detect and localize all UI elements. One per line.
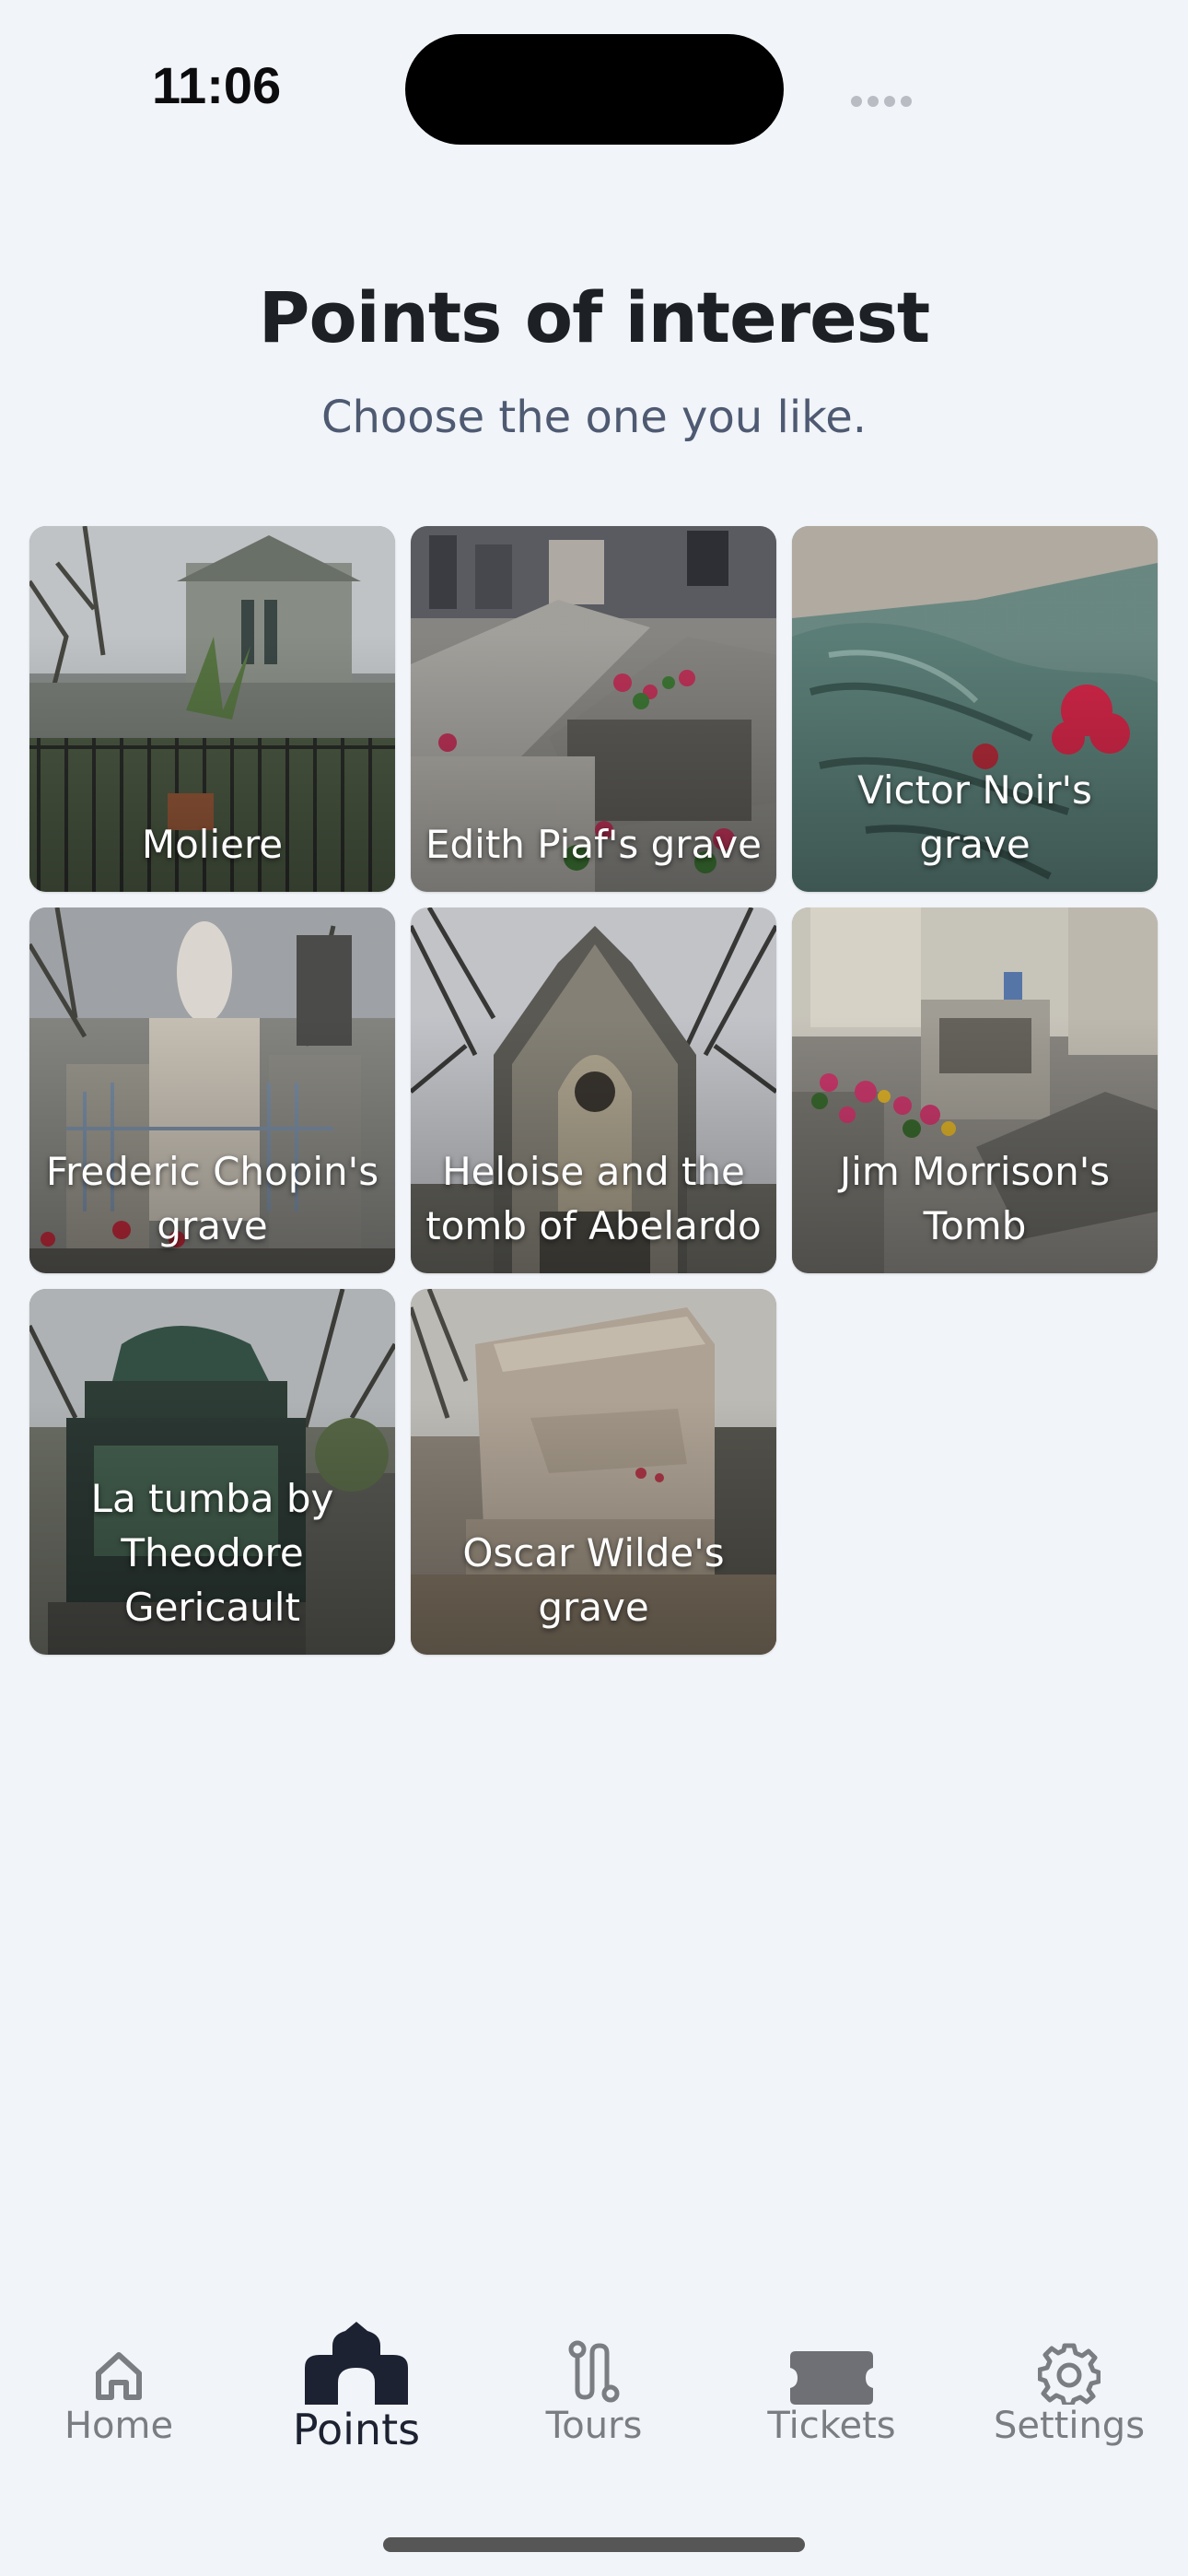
tab-tours[interactable]: Tours (475, 2313, 713, 2469)
dynamic-island (405, 34, 784, 145)
tab-label: Home (64, 2405, 174, 2447)
signal-icon (851, 96, 912, 107)
tab-label: Tours (545, 2405, 643, 2447)
point-card-label: La tumba by Theodore Gericault (90, 1476, 334, 1630)
tab-bar: Home Points Tours Tickets Settings (0, 2313, 1188, 2469)
tab-home[interactable]: Home (0, 2313, 238, 2469)
tab-settings[interactable]: Settings (950, 2313, 1188, 2469)
chapel-icon (238, 2322, 475, 2405)
point-card-victor-noir[interactable]: Victor Noir's grave (792, 526, 1158, 892)
page-subtitle: Choose the one you like. (320, 392, 868, 443)
point-card-oscar-wilde[interactable]: Oscar Wilde's grave (411, 1289, 776, 1655)
point-card-label: Moliere (141, 822, 284, 867)
tab-label: Settings (993, 2405, 1146, 2447)
tab-points[interactable]: Points (238, 2313, 475, 2469)
point-card-jim-morrison[interactable]: Jim Morrison's Tomb (792, 907, 1158, 1273)
point-card-frederic-chopin[interactable]: Frederic Chopin's grave (29, 907, 395, 1273)
point-card-label: Edith Piaf's grave (425, 822, 763, 867)
tab-label: Tickets (767, 2405, 896, 2447)
ticket-icon (713, 2331, 950, 2405)
point-card-label: Oscar Wilde's grave (462, 1530, 725, 1630)
page-title: Points of interest (258, 276, 930, 358)
status-time: 11:06 (152, 56, 282, 114)
point-card-heloise-abelardo[interactable]: Heloise and the tomb of Abelardo (411, 907, 776, 1273)
home-indicator[interactable] (383, 2537, 805, 2552)
point-card-label: Heloise and the tomb of Abelardo (425, 1149, 762, 1248)
point-card-label: Victor Noir's grave (857, 767, 1092, 867)
point-card-label: Frederic Chopin's grave (45, 1149, 379, 1248)
points-grid: Moliere Edith Piaf's grave Victor Noir's… (29, 526, 1159, 1655)
home-icon (0, 2331, 238, 2405)
gear-icon (950, 2331, 1188, 2405)
point-card-label: Jim Morrison's Tomb (839, 1149, 1111, 1248)
point-card-moliere[interactable]: Moliere (29, 526, 395, 892)
point-card-theodore-gericault[interactable]: La tumba by Theodore Gericault (29, 1289, 395, 1655)
tab-label: Points (292, 2405, 421, 2454)
route-icon (475, 2331, 713, 2405)
tab-tickets[interactable]: Tickets (713, 2313, 950, 2469)
point-card-edith-piaf[interactable]: Edith Piaf's grave (411, 526, 776, 892)
